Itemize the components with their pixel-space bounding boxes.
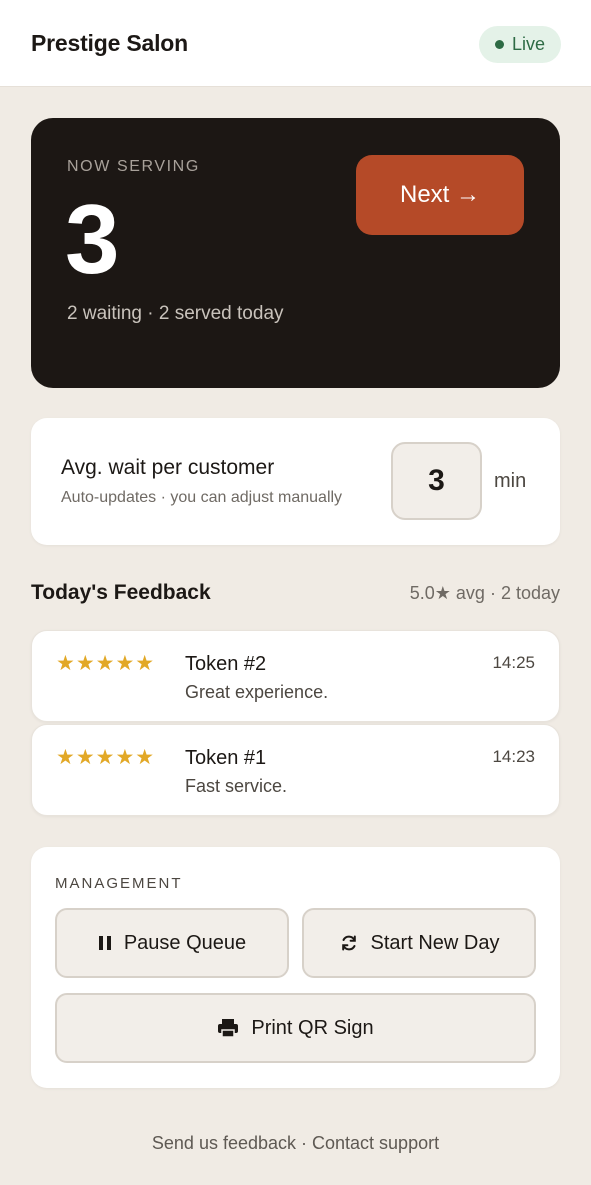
feedback-time: 14:25	[492, 653, 535, 672]
avg-wait-input[interactable]: 3	[391, 442, 482, 520]
send-feedback-link[interactable]: Send us feedback	[152, 1133, 296, 1153]
avg-wait-title: Avg. wait per customer	[61, 456, 275, 479]
rating-stars: ★★★★★	[56, 652, 156, 675]
feedback-text: Great experience.	[185, 682, 329, 702]
pause-queue-label: Pause Queue	[123, 931, 247, 954]
pause-queue-button[interactable]: Pause Queue	[55, 908, 289, 978]
feedback-token: Token #2	[185, 653, 267, 675]
management-label: MANAGEMENT	[55, 875, 183, 892]
queue-summary: 2 waiting · 2 served today	[67, 303, 284, 324]
next-button[interactable]: Next →	[356, 155, 524, 235]
live-dot-icon	[494, 40, 504, 49]
live-status-label: Live	[511, 34, 546, 54]
feedback-summary: 5.0★ avg · 2 today	[409, 583, 560, 603]
print-qr-sign-button[interactable]: Print QR Sign	[55, 993, 536, 1063]
salon-name: Prestige Salon	[31, 30, 188, 56]
live-status-badge: Live	[479, 26, 561, 63]
now-serving-panel: NOW SERVING 3 2 waiting · 2 served today…	[31, 118, 560, 388]
feedback-heading: Today's Feedback	[31, 581, 211, 604]
feedback-text: Fast service.	[185, 776, 288, 796]
feedback-token: Token #1	[185, 747, 267, 769]
rating-stars: ★★★★★	[56, 746, 156, 769]
feedback-item: ★★★★★ Token #1 Fast service. 14:23	[31, 724, 560, 816]
print-qr-sign-label: Print QR Sign	[251, 1016, 374, 1039]
feedback-item: ★★★★★ Token #2 Great experience. 14:25	[31, 630, 560, 722]
avg-wait-subtitle: Auto-updates · you can adjust manually	[61, 489, 343, 506]
pause-icon	[98, 935, 112, 951]
start-new-day-button[interactable]: Start New Day	[302, 908, 536, 978]
contact-support-link[interactable]: Contact support	[312, 1133, 439, 1153]
now-serving-label: NOW SERVING	[67, 158, 200, 175]
footer: Send us feedback · Contact support	[0, 1133, 591, 1154]
refresh-icon	[339, 933, 359, 953]
now-serving-number: 3	[65, 184, 120, 294]
feedback-time: 14:23	[492, 747, 535, 766]
start-new-day-label: Start New Day	[370, 931, 500, 954]
printer-icon	[217, 1018, 239, 1038]
avg-wait-unit: min	[494, 470, 527, 492]
app-header: Prestige Salon Live	[0, 0, 591, 87]
management-card: MANAGEMENT Pause Queue Start New Day Pri…	[31, 847, 560, 1088]
avg-wait-card: Avg. wait per customer Auto-updates · yo…	[31, 418, 560, 545]
footer-separator: ·	[296, 1133, 313, 1153]
